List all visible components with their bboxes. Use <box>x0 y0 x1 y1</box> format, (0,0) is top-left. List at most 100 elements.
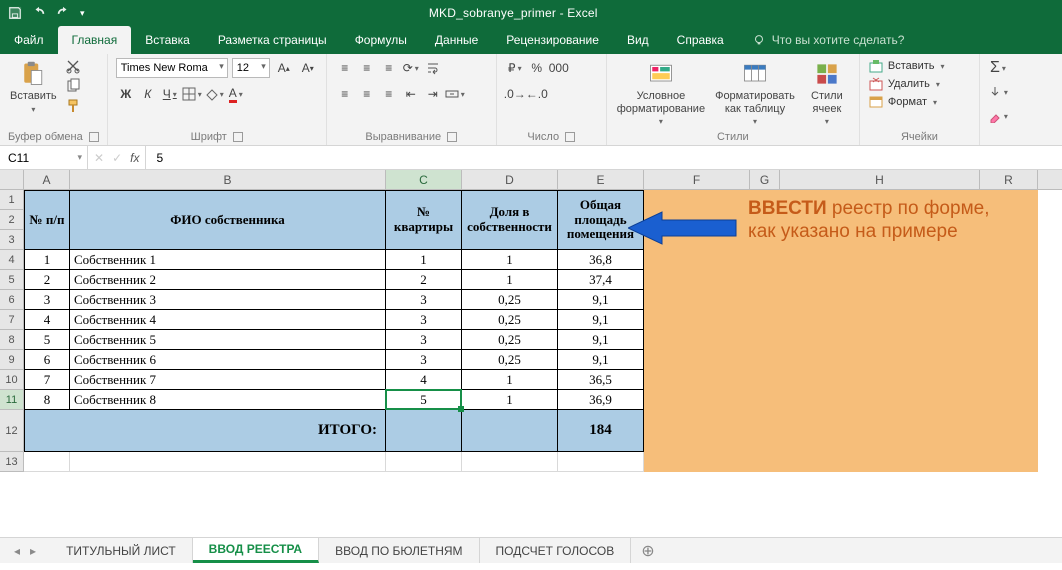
row-header-2[interactable]: 2 <box>0 210 24 230</box>
save-icon[interactable] <box>8 6 22 20</box>
row-header-5[interactable]: 5 <box>0 270 24 290</box>
cell-E4[interactable]: 36,8 <box>558 250 644 270</box>
cell-B9[interactable]: Собственник 6 <box>70 350 386 370</box>
sheet-tab-registry[interactable]: ВВОД РЕЕСТРА <box>193 538 319 563</box>
row-header-11[interactable]: 11 <box>0 390 24 410</box>
new-sheet-button[interactable]: ⊕ <box>631 541 664 561</box>
cell-D10[interactable]: 1 <box>462 370 558 390</box>
fill-icon[interactable]: ▾ <box>988 82 1008 102</box>
cell-H4[interactable] <box>780 250 980 270</box>
cell-H12[interactable] <box>780 410 980 452</box>
select-all-corner[interactable] <box>0 170 24 189</box>
cell-A6[interactable]: 3 <box>24 290 70 310</box>
copy-icon[interactable] <box>65 78 81 94</box>
row-header-8[interactable]: 8 <box>0 330 24 350</box>
cell-G8[interactable] <box>750 330 780 350</box>
alignment-dialog-icon[interactable] <box>447 132 457 142</box>
font-dialog-icon[interactable] <box>233 132 243 142</box>
row-header-9[interactable]: 9 <box>0 350 24 370</box>
align-left-icon[interactable]: ≡ <box>335 84 355 104</box>
cell-B6[interactable]: Собственник 3 <box>70 290 386 310</box>
cell-styles-button[interactable]: Стили ячеек▾ <box>803 58 851 126</box>
format-as-table-button[interactable]: Форматировать как таблицу▾ <box>713 58 797 126</box>
cell-A11[interactable]: 8 <box>24 390 70 410</box>
cell-R4[interactable] <box>980 250 1038 270</box>
cell-F8[interactable] <box>644 330 750 350</box>
row-header-13[interactable]: 13 <box>0 452 24 472</box>
cell-D7[interactable]: 0,25 <box>462 310 558 330</box>
col-header-D[interactable]: D <box>462 170 558 189</box>
cell-C6[interactable]: 3 <box>386 290 462 310</box>
tab-insert[interactable]: Вставка <box>131 26 204 54</box>
sheet-tab-title[interactable]: ТИТУЛЬНЫЙ ЛИСТ <box>50 538 193 563</box>
align-center-icon[interactable]: ≡ <box>357 84 377 104</box>
cell-C8[interactable]: 3 <box>386 330 462 350</box>
cell-C5[interactable]: 2 <box>386 270 462 290</box>
cell-H11[interactable] <box>780 390 980 410</box>
fill-handle[interactable] <box>458 406 464 412</box>
cell-G11[interactable] <box>750 390 780 410</box>
tab-home[interactable]: Главная <box>58 26 132 54</box>
cell-D6[interactable]: 0,25 <box>462 290 558 310</box>
cell-H13[interactable] <box>780 452 980 472</box>
increase-decimal-icon[interactable]: .0→ <box>505 84 525 104</box>
underline-button[interactable]: Ч▾ <box>160 84 180 104</box>
cell-B11[interactable]: Собственник 8 <box>70 390 386 410</box>
next-sheet-icon[interactable]: ▸ <box>30 544 36 558</box>
cell-B10[interactable]: Собственник 7 <box>70 370 386 390</box>
col-header-E[interactable]: E <box>558 170 644 189</box>
merge-center-icon[interactable]: ▾ <box>445 84 465 104</box>
cell-F9[interactable] <box>644 350 750 370</box>
clear-icon[interactable]: ▾ <box>988 106 1008 126</box>
cell-E11[interactable]: 36,9 <box>558 390 644 410</box>
format-painter-icon[interactable] <box>65 98 81 114</box>
cell-H5[interactable] <box>780 270 980 290</box>
delete-cells-button[interactable]: Удалить▾ <box>868 76 945 92</box>
decrease-font-icon[interactable]: A▾ <box>298 58 318 78</box>
cell-E5[interactable]: 37,4 <box>558 270 644 290</box>
wrap-text-icon[interactable] <box>423 58 443 78</box>
font-color-button[interactable]: А▾ <box>226 84 246 104</box>
italic-button[interactable]: К <box>138 84 158 104</box>
comma-format-icon[interactable]: 000 <box>549 58 569 78</box>
cell-R7[interactable] <box>980 310 1038 330</box>
cell-B5[interactable]: Собственник 2 <box>70 270 386 290</box>
cell-H10[interactable] <box>780 370 980 390</box>
bold-button[interactable]: Ж <box>116 84 136 104</box>
fx-icon[interactable]: fx <box>130 151 139 165</box>
cell-D13[interactable] <box>462 452 558 472</box>
col-header-A[interactable]: A <box>24 170 70 189</box>
fill-color-button[interactable]: ▾ <box>204 84 224 104</box>
col-header-F[interactable]: F <box>644 170 750 189</box>
cell-E8[interactable]: 9,1 <box>558 330 644 350</box>
conditional-formatting-button[interactable]: Условное форматирование▾ <box>615 58 707 126</box>
row-header-10[interactable]: 10 <box>0 370 24 390</box>
format-cells-button[interactable]: Формат▾ <box>868 94 945 110</box>
align-middle-icon[interactable]: ≡ <box>357 58 377 78</box>
cell-C11[interactable]: 5 <box>386 390 462 410</box>
tell-me-search[interactable]: Что вы хотите сделать? <box>752 26 905 54</box>
row-header-3[interactable]: 3 <box>0 230 24 250</box>
cell-F13[interactable] <box>644 452 750 472</box>
cell-R10[interactable] <box>980 370 1038 390</box>
col-header-C[interactable]: C <box>386 170 462 189</box>
cell-R13[interactable] <box>980 452 1038 472</box>
number-dialog-icon[interactable] <box>565 132 575 142</box>
decrease-decimal-icon[interactable]: ←.0 <box>527 84 547 104</box>
sheet-tab-ballots[interactable]: ВВОД ПО БЮЛЕТНЯМ <box>319 538 479 563</box>
font-name-combo[interactable]: Times New Roma <box>116 58 228 78</box>
cell-F11[interactable] <box>644 390 750 410</box>
decrease-indent-icon[interactable]: ⇤ <box>401 84 421 104</box>
col-header-H[interactable]: H <box>780 170 980 189</box>
increase-font-icon[interactable]: A▴ <box>274 58 294 78</box>
cell-F7[interactable] <box>644 310 750 330</box>
font-size-combo[interactable]: 12 <box>232 58 270 78</box>
cell-A7[interactable]: 4 <box>24 310 70 330</box>
cell-A9[interactable]: 6 <box>24 350 70 370</box>
cell-G13[interactable] <box>750 452 780 472</box>
col-header-B[interactable]: B <box>70 170 386 189</box>
cell-C10[interactable]: 4 <box>386 370 462 390</box>
tab-file[interactable]: Файл <box>0 26 58 54</box>
paste-button[interactable]: Вставить▾ <box>8 58 59 114</box>
cell-E13[interactable] <box>558 452 644 472</box>
